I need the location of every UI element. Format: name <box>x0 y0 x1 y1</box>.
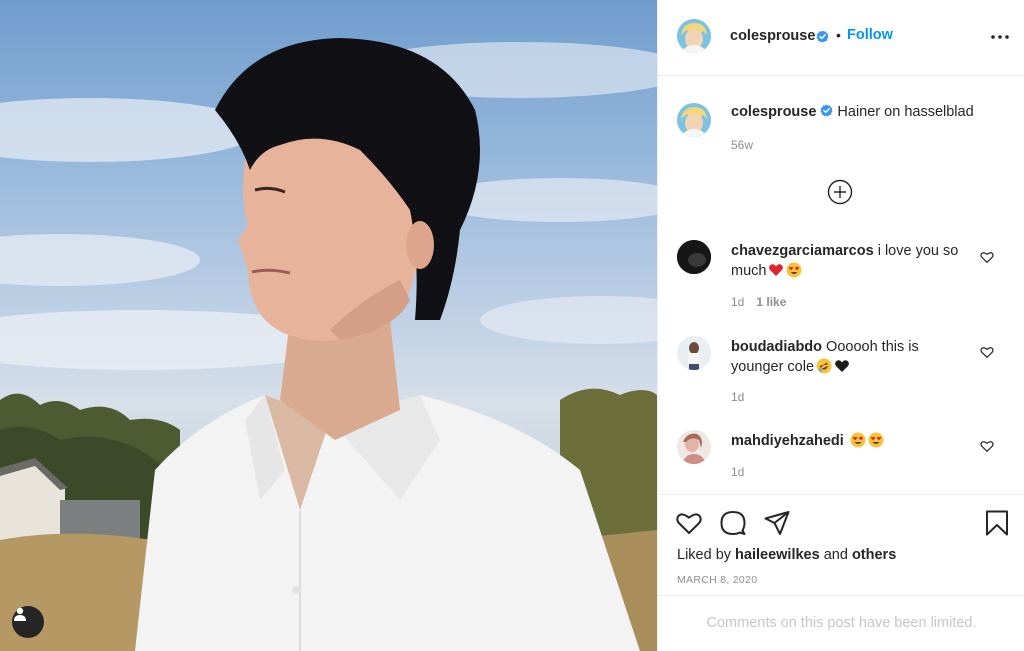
verified-badge-icon <box>820 104 833 117</box>
more-options-icon <box>991 35 1009 39</box>
caption-timestamp[interactable]: 56w <box>731 138 753 152</box>
comment-like-heart-icon[interactable] <box>980 345 994 359</box>
caption-author-avatar[interactable] <box>677 103 711 137</box>
heart-eyes-emoji <box>868 432 884 448</box>
more-options-button[interactable] <box>989 26 1011 48</box>
avatar-image <box>677 336 711 370</box>
caption-username[interactable]: colesprouse <box>731 104 816 120</box>
caption-line: colesprouse Hainer on hasselblad <box>731 104 974 120</box>
black-heart-emoji <box>835 360 849 372</box>
verified-badge-icon <box>816 30 829 43</box>
liked-by-and: and <box>823 547 848 563</box>
red-heart-emoji <box>769 264 784 276</box>
comments-limited-notice: Comments on this post have been limited. <box>658 595 1024 650</box>
user-tag-icon <box>14 607 26 621</box>
comment-meta: 1d 1 like <box>731 295 786 309</box>
save-icon[interactable] <box>983 509 1011 537</box>
share-icon[interactable] <box>763 509 791 537</box>
commenter-avatar[interactable] <box>677 430 711 464</box>
post-side-panel: colesprouse • Follow colesprouse Hainer … <box>657 0 1024 651</box>
comment-meta: 1d <box>731 390 744 404</box>
header-separator: • <box>836 27 841 43</box>
liked-by-prefix: Liked by <box>677 547 732 563</box>
comment-icon[interactable] <box>719 509 747 537</box>
comment-body: boudadiabdo Oooooh this is younger cole <box>731 337 971 377</box>
avatar-image <box>677 240 711 274</box>
liked-by-user-link[interactable]: haileewilkes <box>735 547 820 563</box>
comment-like-heart-icon[interactable] <box>980 250 994 264</box>
avatar-image <box>677 430 711 464</box>
comment-body: mahdiyehzahedi <box>731 431 971 451</box>
commenter-avatar[interactable] <box>677 240 711 274</box>
comment-age[interactable]: 1d <box>731 465 744 479</box>
heart-eyes-emoji <box>786 262 802 278</box>
caption-text: Hainer on hasselblad <box>837 104 974 120</box>
liked-by-others-link[interactable]: others <box>852 547 896 563</box>
commenter-avatar[interactable] <box>677 336 711 370</box>
liked-by-line: Liked by haileewilkes and others <box>677 547 896 563</box>
post-header: colesprouse • Follow <box>658 0 1024 76</box>
post-date[interactable]: MARCH 8, 2020 <box>677 574 757 586</box>
comment-username[interactable]: chavezgarciamarcos <box>731 243 874 259</box>
comment-body: chavezgarciamarcos i love you so much <box>731 241 971 281</box>
post-actions: Liked by haileewilkes and others MARCH 8… <box>658 494 1024 649</box>
heart-icon[interactable] <box>675 509 703 537</box>
post-photo[interactable] <box>0 0 657 651</box>
comment-meta: 1d <box>731 465 744 479</box>
author-avatar[interactable] <box>677 19 711 53</box>
comment-age[interactable]: 1d <box>731 390 744 404</box>
comment-username[interactable]: boudadiabdo <box>731 339 822 355</box>
comment-age[interactable]: 1d <box>731 295 744 309</box>
avatar-image <box>677 19 711 53</box>
follow-button[interactable]: Follow <box>847 27 893 43</box>
heart-eyes-emoji <box>850 432 866 448</box>
comment-likes[interactable]: 1 like <box>756 295 786 309</box>
user-tag-button[interactable] <box>12 606 44 638</box>
load-more-comments-icon[interactable] <box>827 179 853 205</box>
comment-username[interactable]: mahdiyehzahedi <box>731 433 844 449</box>
post-image <box>0 38 657 651</box>
rolling-laughing-emoji <box>816 358 832 374</box>
comment-like-heart-icon[interactable] <box>980 439 994 453</box>
avatar-image <box>677 103 711 137</box>
author-username[interactable]: colesprouse <box>730 28 815 44</box>
